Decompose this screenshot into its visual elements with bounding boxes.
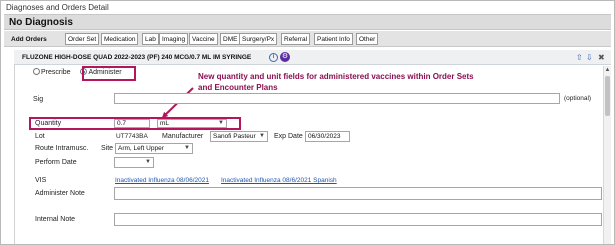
route-label: Route Intramusc. (35, 145, 89, 152)
arrow-up-icon[interactable]: ⇧ (576, 54, 583, 62)
vis-link-english[interactable]: Inactivated Influenza 08/06/2021 (115, 177, 209, 184)
perform-date-select[interactable]: ▼ (114, 157, 154, 168)
info-icon[interactable]: i (269, 53, 278, 62)
close-icon[interactable]: ✖ (598, 54, 605, 62)
tab-medication[interactable]: Medication (101, 33, 139, 45)
unit-select-value: mL (160, 120, 170, 127)
vis-link-spanish[interactable]: Inactivated Influenza 08/6/2021 Spanish (221, 177, 337, 184)
perform-date-label: Perform Date (35, 159, 77, 166)
unit-select[interactable]: mL ▼ (157, 119, 227, 128)
vis-label: VIS (35, 177, 47, 184)
order-tabs: Add Orders Order Set Medication Lab Imag… (4, 31, 611, 47)
manufacturer-label: Manufacturer (162, 133, 204, 140)
internal-note-label: Internal Note (35, 216, 76, 223)
callout-annotation: New quantity and unit fields for adminis… (198, 72, 474, 92)
tab-imaging[interactable]: Imaging (159, 33, 189, 45)
internal-note-input[interactable] (114, 213, 602, 226)
site-select-value: Arm, Left Upper (118, 145, 164, 152)
administer-note-label: Administer Note (35, 190, 85, 197)
lot-label: Lot (35, 133, 45, 140)
site-select[interactable]: Arm, Left Upper ▼ (115, 143, 193, 154)
tab-patient-info[interactable]: Patient Info (314, 33, 353, 45)
order-title: FLUZONE HIGH-DOSE QUAD 2022-2023 (PF) 24… (22, 54, 252, 61)
chevron-down-icon: ▼ (218, 120, 224, 126)
tab-surgery-px[interactable]: Surgery/Px (239, 33, 278, 45)
tab-add-orders[interactable]: Add Orders (8, 33, 50, 45)
sig-input[interactable] (114, 93, 560, 104)
exp-date-label: Exp Date (274, 133, 303, 140)
administer-highlight-box (82, 66, 136, 81)
diagnosis-label: No Diagnosis (9, 17, 73, 28)
exp-date-input[interactable]: 06/30/2023 (305, 131, 350, 142)
chevron-down-icon: ▼ (184, 145, 190, 151)
tab-dme[interactable]: DME (220, 33, 241, 45)
tab-lab[interactable]: Lab (142, 33, 159, 45)
diagnosis-header: No Diagnosis (4, 14, 611, 30)
manufacturer-select-value: Sanofi Pasteur (213, 133, 256, 140)
tab-referral[interactable]: Referral (281, 33, 311, 45)
scrollbar[interactable]: ▲ (603, 66, 611, 244)
arrow-down-icon[interactable]: ⇩ (586, 54, 593, 62)
tab-order-set[interactable]: Order Set (65, 33, 100, 45)
window-title: Diagnoses and Orders Detail (6, 3, 109, 12)
prescribe-label: Prescribe (41, 69, 71, 76)
tab-vaccine[interactable]: Vaccine (189, 33, 218, 45)
prescribe-radio[interactable] (33, 68, 40, 75)
gear-icon[interactable]: ⚙ (280, 52, 290, 62)
chevron-down-icon: ▼ (259, 133, 265, 139)
quantity-label: Quantity (35, 120, 62, 127)
administer-note-input[interactable] (114, 187, 602, 200)
sig-label: Sig (33, 96, 44, 103)
manufacturer-select[interactable]: Sanofi Pasteur ▼ (210, 131, 268, 142)
tab-other[interactable]: Other (356, 33, 379, 45)
quantity-input[interactable]: 0.7 (114, 119, 150, 128)
scroll-thumb[interactable] (605, 76, 610, 116)
scroll-up-icon[interactable]: ▲ (604, 66, 611, 74)
lot-value: UT7743BA (116, 133, 148, 140)
sig-optional-text: (optional) (564, 95, 592, 102)
chevron-down-icon: ▼ (145, 159, 151, 165)
site-label: Site (101, 145, 114, 152)
order-header: FLUZONE HIGH-DOSE QUAD 2022-2023 (PF) 24… (14, 50, 611, 65)
